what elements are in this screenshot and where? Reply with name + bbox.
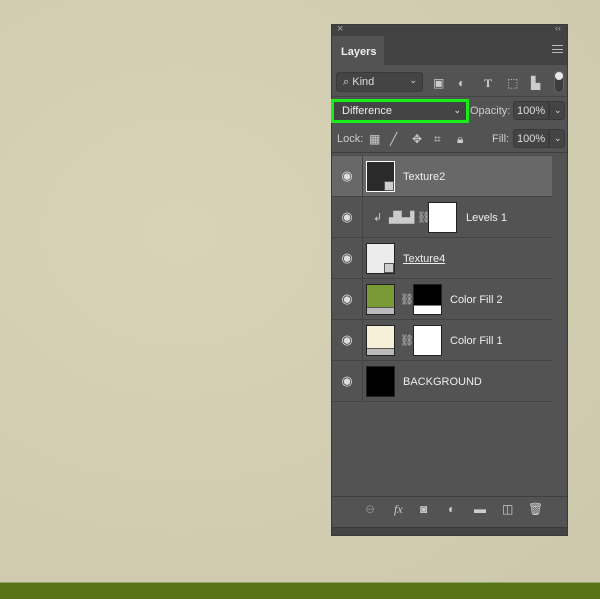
eye-icon[interactable]: ◉ (332, 279, 363, 319)
layer-name: Levels 1 (466, 212, 507, 224)
chevron-down-icon: ⌄ (453, 105, 461, 115)
layer-name: Color Fill 1 (450, 335, 503, 347)
eye-icon[interactable]: ◉ (332, 320, 363, 360)
close-icon[interactable]: × (337, 23, 343, 35)
add-mask-icon[interactable]: ◙ (420, 502, 427, 516)
layer-name: BACKGROUND (403, 376, 482, 388)
layer-name: Texture2 (403, 171, 446, 183)
layer-thumbnail (366, 161, 395, 192)
opacity-chevron-icon[interactable]: ⌄ (549, 101, 565, 120)
mask-thumbnail (428, 202, 457, 233)
trash-icon[interactable]: 🗑︎ (528, 502, 543, 516)
layer-row-colorfill2[interactable]: ◉ ⛓ Color Fill 2 (332, 279, 552, 320)
fill-thumbnail (366, 284, 395, 315)
layer-name: Color Fill 2 (450, 294, 503, 306)
smart-object-badge-icon (384, 181, 394, 191)
resize-grip[interactable] (332, 527, 567, 535)
link-layers-icon[interactable]: ⊖ (365, 502, 375, 516)
new-group-icon[interactable]: ▬ (474, 502, 486, 516)
fx-icon[interactable]: fx (394, 502, 403, 517)
eye-icon[interactable]: ◉ (332, 238, 363, 278)
kind-label: Kind (352, 76, 375, 88)
layer-row-texture2[interactable]: ◉ Texture2 (332, 156, 552, 197)
lock-move-icon[interactable]: ✥ (412, 132, 422, 146)
search-icon: ⌕ (343, 76, 350, 88)
fill-bar (367, 348, 394, 355)
pixel-filter-icon[interactable]: ▣ (433, 76, 444, 90)
chevron-down-icon: ⌄ (409, 75, 417, 85)
eye-icon[interactable]: ◉ (332, 156, 363, 196)
filter-toggle[interactable] (554, 71, 564, 93)
clip-arrow-icon: ↲ (373, 212, 383, 224)
levels-histogram-icon: ▟▙▟ (389, 212, 415, 224)
shape-filter-icon[interactable]: ⬚ (507, 76, 518, 90)
green-ground-strip (0, 582, 600, 599)
layer-thumbnail (366, 366, 395, 397)
tab-layers[interactable]: Layers (332, 36, 384, 65)
blend-mode-select[interactable]: Difference ⌄ (331, 99, 469, 123)
eye-icon[interactable]: ◉ (332, 197, 363, 237)
lock-artboard-icon[interactable]: ⌗ (434, 132, 441, 147)
link-icon: ⛓ (400, 294, 414, 306)
lock-brush-icon[interactable]: ╱ (390, 132, 397, 146)
fill-bar (367, 307, 394, 314)
layer-row-background[interactable]: ◉ BACKGROUND (332, 361, 552, 402)
smart-object-filter-icon[interactable]: ▙ (531, 76, 540, 90)
opacity-label: Opacity: (470, 105, 511, 117)
fill-chevron-icon[interactable]: ⌄ (549, 129, 565, 148)
layers-panel: × ‹‹ Layers ⌕ Kind ⌄ ▣ ◐ T ⬚ ▙ Difference… (331, 23, 568, 536)
adjustment-filter-icon[interactable]: ◐ (458, 76, 465, 90)
layer-thumbnail (366, 243, 395, 274)
smart-object-badge-icon (384, 263, 394, 273)
link-icon: ⛓ (400, 335, 414, 347)
panel-menu-icon[interactable] (552, 45, 563, 53)
new-layer-icon[interactable]: ◫ (502, 502, 513, 516)
layer-row-colorfill1[interactable]: ◉ ⛓ Color Fill 1 (332, 320, 552, 361)
fill-label: Fill: (492, 133, 510, 145)
kind-filter-select[interactable]: ⌕ Kind ⌄ (336, 72, 423, 92)
layer-list: ◉ Texture2 ◉ ↲ ▟▙▟ ⛓ Levels 1 ◉ Texture4… (332, 156, 552, 402)
lock-label: Lock: (337, 133, 364, 145)
lock-all-icon[interactable]: 🔒︎ (457, 132, 463, 147)
lock-transparent-icon[interactable]: ▦ (369, 132, 380, 146)
fill-thumbnail (366, 325, 395, 356)
type-filter-icon[interactable]: T (484, 76, 492, 91)
scrollbar[interactable] (553, 156, 567, 496)
collapse-icon[interactable]: ‹‹ (555, 23, 561, 33)
layer-name: Texture4 (403, 253, 446, 265)
layer-row-levels1[interactable]: ◉ ↲ ▟▙▟ ⛓ Levels 1 (332, 197, 552, 238)
new-adjustment-icon[interactable]: ◐ (448, 502, 455, 516)
eye-icon[interactable]: ◉ (332, 361, 363, 401)
panel-topbar: × ‹‹ (332, 23, 567, 36)
layers-bottom-toolbar: ⊖ fx ◙ ◐ ▬ ◫ 🗑︎ (332, 496, 567, 522)
layer-row-texture4[interactable]: ◉ Texture4 (332, 238, 552, 279)
mask-thumbnail (413, 325, 442, 356)
blend-mode-value: Difference (342, 105, 392, 117)
opacity-input[interactable]: 100% (513, 101, 549, 120)
fill-input[interactable]: 100% (513, 129, 549, 148)
mask-thumbnail (413, 284, 442, 315)
